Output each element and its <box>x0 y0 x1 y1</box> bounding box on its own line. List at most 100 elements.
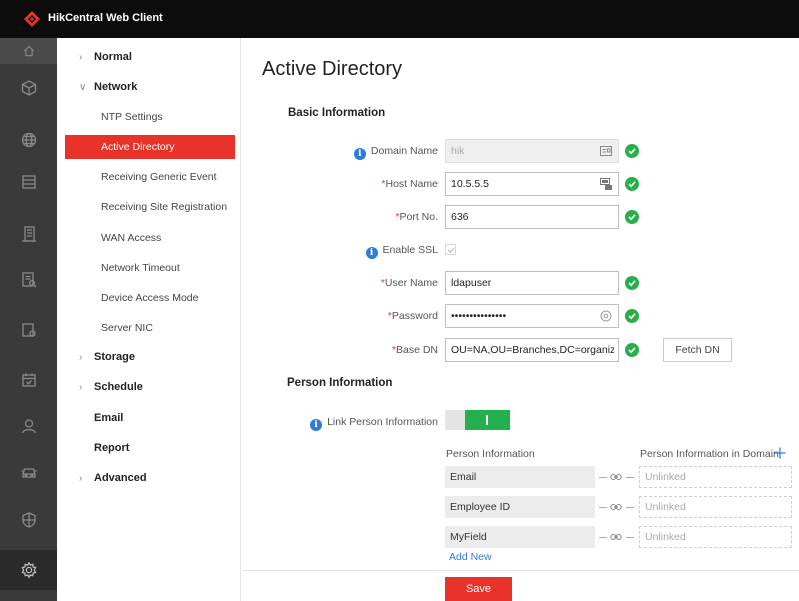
rail-module-8[interactable] <box>0 406 57 446</box>
domain-name-label: i Domain Name <box>353 145 438 160</box>
page-title: Active Directory <box>262 58 403 80</box>
link-icon <box>610 533 622 541</box>
info-icon[interactable]: i <box>365 247 378 259</box>
valid-check-icon <box>625 210 639 224</box>
add-mapping-plus-icon[interactable] <box>774 447 786 459</box>
server-select-icon[interactable] <box>600 178 612 190</box>
field-row-host-name: *Host Name <box>242 172 799 196</box>
app-header: HikCentral Web Client <box>0 0 799 38</box>
rail-module-4[interactable] <box>0 214 57 254</box>
info-icon[interactable]: i <box>353 148 366 160</box>
module-icon-rail <box>0 38 57 601</box>
person-icon <box>21 419 36 434</box>
gear-icon <box>20 561 37 579</box>
rail-module-9[interactable] <box>0 452 57 492</box>
user-name-input[interactable] <box>445 271 619 295</box>
globe-icon <box>21 132 36 148</box>
nav-group-label: Storage <box>94 351 135 363</box>
nav-group-storage[interactable]: › Storage <box>57 343 241 373</box>
device-file-icon <box>21 323 36 337</box>
rail-module-10[interactable] <box>0 500 57 540</box>
host-name-input[interactable] <box>445 172 619 196</box>
nav-group-report[interactable]: Report <box>57 434 241 464</box>
nav-item-server-nic[interactable]: Server NIC <box>65 316 235 340</box>
cube-icon <box>21 80 36 96</box>
valid-check-icon <box>625 276 639 290</box>
add-new-link[interactable]: Add New <box>449 551 492 563</box>
column-header-domain-info: Person Information in Domain <box>640 448 779 460</box>
info-icon[interactable]: i <box>310 419 323 431</box>
document-search-icon <box>21 272 36 288</box>
nav-group-label: Advanced <box>94 472 147 484</box>
field-row-password: *Password <box>242 304 799 328</box>
link-person-toggle[interactable] <box>445 410 510 430</box>
nav-item-label: Server NIC <box>101 322 153 334</box>
footer-divider <box>242 570 799 571</box>
rail-module-7[interactable] <box>0 360 57 400</box>
field-row-domain-name: i Domain Name <box>242 139 799 163</box>
nav-group-normal[interactable]: › Normal <box>57 43 241 73</box>
domain-field-select[interactable]: Unlinked <box>639 496 792 518</box>
port-no-label: *Port No. <box>395 211 438 223</box>
rail-module-3[interactable] <box>0 162 57 202</box>
rail-module-1[interactable] <box>0 68 57 108</box>
rail-home[interactable] <box>0 38 57 64</box>
field-row-link-person: i Link Person Information <box>242 410 799 434</box>
password-input[interactable] <box>445 304 619 328</box>
nav-group-email[interactable]: Email <box>57 404 241 434</box>
save-button[interactable]: Save <box>445 577 512 601</box>
nav-item-wan-access[interactable]: WAN Access <box>65 226 235 250</box>
rail-module-2[interactable] <box>0 120 57 160</box>
mapping-row: MyField Unlinked <box>445 526 795 548</box>
nav-item-label: Receiving Generic Event <box>101 171 217 183</box>
nav-item-active-directory[interactable]: Active Directory <box>65 135 235 159</box>
domain-field-select[interactable]: Unlinked <box>639 466 792 488</box>
nav-item-receiving-site-registration[interactable]: Receiving Site Registration <box>65 195 235 219</box>
nav-item-label: Receiving Site Registration <box>101 201 228 213</box>
domain-field-select[interactable]: Unlinked <box>639 526 792 548</box>
building-icon <box>21 226 36 242</box>
enable-ssl-label: i Enable SSL <box>365 244 438 259</box>
base-dn-input[interactable] <box>445 338 619 362</box>
vehicle-icon <box>21 468 36 478</box>
nav-group-advanced[interactable]: › Advanced <box>57 464 241 494</box>
chevron-right-icon: › <box>79 473 83 484</box>
nav-item-label: WAN Access <box>101 232 162 244</box>
nav-group-label: Normal <box>94 51 132 63</box>
nav-group-network[interactable]: ∨ Network <box>57 73 241 103</box>
nav-item-device-access-mode[interactable]: Device Access Mode <box>65 286 235 310</box>
fetch-dn-button[interactable]: Fetch DN <box>663 338 732 362</box>
section-title-person: Person Information <box>287 377 393 389</box>
shield-icon <box>21 512 36 528</box>
nav-group-schedule[interactable]: › Schedule <box>57 373 241 403</box>
person-field: MyField <box>445 526 595 548</box>
nav-item-receiving-generic-event[interactable]: Receiving Generic Event <box>65 165 235 189</box>
nav-item-label: Network Timeout <box>101 262 180 274</box>
field-row-user-name: *User Name <box>242 271 799 295</box>
port-no-input[interactable] <box>445 205 619 229</box>
user-name-label: *User Name <box>380 277 438 289</box>
field-row-enable-ssl: i Enable SSL <box>242 238 799 262</box>
link-icon <box>610 473 622 481</box>
app-title: HikCentral Web Client <box>48 12 163 24</box>
eye-icon[interactable] <box>600 310 612 322</box>
password-label: *Password <box>387 310 438 322</box>
person-field: Employee ID <box>445 496 595 518</box>
calendar-icon <box>21 373 36 387</box>
storage-icon <box>21 175 36 189</box>
main-content: Active Directory Basic Information i Doma… <box>242 38 799 601</box>
chevron-right-icon: › <box>79 52 83 63</box>
rail-system-settings[interactable] <box>0 550 57 590</box>
valid-check-icon <box>625 177 639 191</box>
rail-module-6[interactable] <box>0 310 57 350</box>
nav-group-label: Network <box>94 81 138 93</box>
nav-item-network-timeout[interactable]: Network Timeout <box>65 256 235 280</box>
enable-ssl-checkbox[interactable] <box>445 244 456 255</box>
rail-module-5[interactable] <box>0 260 57 300</box>
home-icon <box>23 45 34 57</box>
chevron-right-icon: › <box>79 352 83 363</box>
nav-item-ntp-settings[interactable]: NTP Settings <box>65 105 235 129</box>
valid-check-icon <box>625 144 639 158</box>
base-dn-label: *Base DN <box>391 344 438 356</box>
chevron-down-icon: ∨ <box>79 82 87 93</box>
